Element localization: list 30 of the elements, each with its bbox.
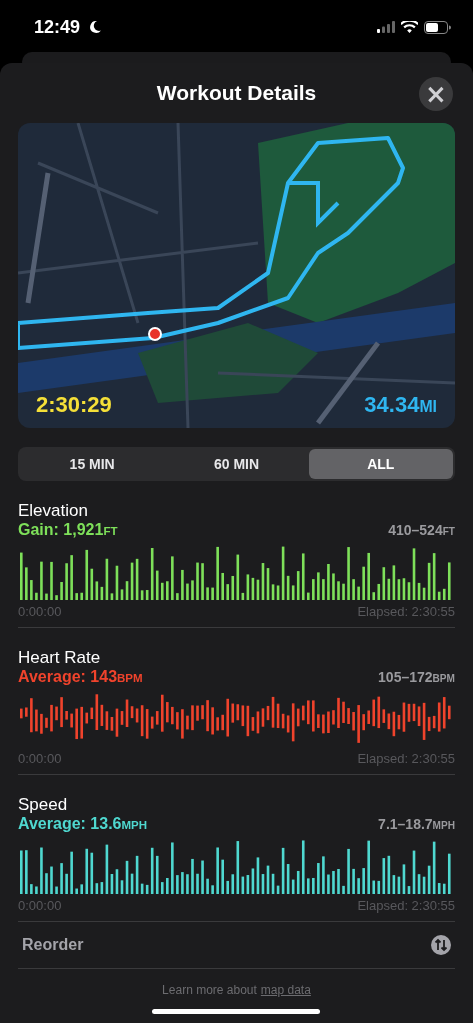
reorder-label[interactable]: Reorder bbox=[22, 936, 84, 954]
metric-title: Elevation bbox=[18, 501, 89, 521]
duration-value: 2:30:29 bbox=[36, 392, 112, 418]
signal-icon bbox=[377, 21, 395, 33]
reorder-icon[interactable] bbox=[431, 935, 451, 955]
metric-summary: Average: 13.6MPH bbox=[18, 815, 148, 833]
metric-title: Speed bbox=[18, 795, 69, 815]
metric-summary: Gain: 1,921FT bbox=[18, 521, 118, 539]
metric-range: 105–172BPM bbox=[378, 669, 455, 685]
start-time: 0:00:00 bbox=[18, 604, 62, 619]
wifi-icon bbox=[401, 21, 418, 33]
metric-summary: Average: 143BPM bbox=[18, 668, 143, 686]
start-time: 0:00:00 bbox=[18, 751, 62, 766]
battery-icon bbox=[424, 20, 451, 34]
start-time: 0:00:00 bbox=[18, 898, 62, 913]
segment-tab[interactable]: ALL bbox=[308, 449, 453, 479]
distance-value: 34.34MI bbox=[364, 392, 437, 418]
segment-tab[interactable]: 15 MIN bbox=[20, 449, 165, 479]
sheet-title: Workout Details bbox=[156, 81, 317, 105]
status-time: 12:49 bbox=[34, 16, 81, 38]
metric-range: 410–524FT bbox=[388, 522, 455, 538]
metric-title: Heart Rate bbox=[18, 648, 102, 668]
segment-tab[interactable]: 60 MIN bbox=[164, 449, 309, 479]
close-button[interactable]: × bbox=[419, 77, 453, 111]
elapsed-time: Elapsed: 2:30:55 bbox=[357, 898, 455, 913]
elapsed-time: Elapsed: 2:30:55 bbox=[357, 751, 455, 766]
metric-range: 7.1–18.7MPH bbox=[378, 816, 455, 832]
moon-icon bbox=[88, 20, 103, 34]
elapsed-time: Elapsed: 2:30:55 bbox=[357, 604, 455, 619]
footer-text: Learn more about bbox=[162, 983, 257, 997]
